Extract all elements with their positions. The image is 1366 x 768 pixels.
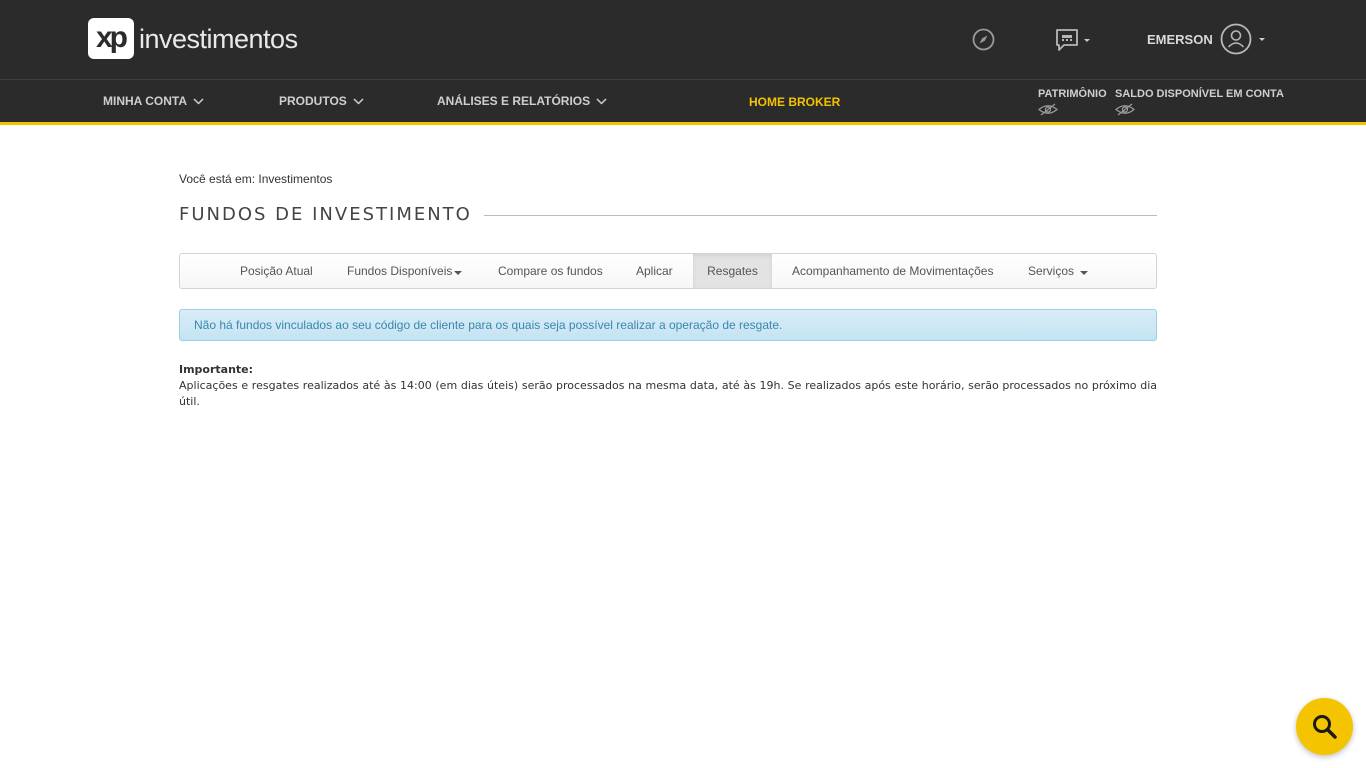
chevron-down-icon <box>1084 38 1090 42</box>
tab-label: Compare os fundos <box>498 264 603 278</box>
main-nav: MINHA CONTA PRODUTOS ANÁLISES E RELATÓRI… <box>0 79 1366 125</box>
info-alert: Não há fundos vinculados ao seu código d… <box>179 309 1157 341</box>
important-note: Importante: Aplicações e resgates realiz… <box>179 362 1157 410</box>
tab-compare-fundos[interactable]: Compare os fundos <box>486 254 615 288</box>
tab-label: Serviços <box>1028 264 1075 278</box>
tab-label: Fundos Disponíveis <box>347 264 453 278</box>
chevron-down-icon <box>193 97 204 105</box>
search-button[interactable] <box>1296 698 1353 755</box>
eye-hidden-icon <box>1038 103 1058 116</box>
chat-icon <box>1056 29 1078 51</box>
tab-fundos-disponiveis[interactable]: Fundos Disponíveis <box>335 254 474 288</box>
caret-down-icon <box>454 270 463 275</box>
saldo-toggle[interactable]: SALDO DISPONÍVEL EM CONTA <box>1115 88 1284 116</box>
tab-acompanhamento[interactable]: Acompanhamento de Movimentações <box>780 254 1005 288</box>
tab-label: Posição Atual <box>240 264 313 278</box>
logo-mark-text: xp <box>96 21 128 54</box>
tab-label: Acompanhamento de Movimentações <box>792 264 994 278</box>
chevron-down-icon <box>1259 37 1265 41</box>
chevron-down-icon <box>596 97 607 105</box>
title-divider <box>483 214 1157 216</box>
caret-down-icon <box>1080 270 1089 275</box>
nav-produtos[interactable]: PRODUTOS <box>279 93 364 109</box>
tab-label: Aplicar <box>636 264 673 278</box>
fund-tabs: Posição Atual Fundos Disponíveis Compare… <box>179 253 1157 289</box>
tab-label: Resgates <box>707 264 758 278</box>
xp-logo[interactable]: xp investimentos <box>88 18 298 59</box>
tab-posicao-atual[interactable]: Posição Atual <box>228 254 325 288</box>
user-avatar-icon <box>1220 23 1252 55</box>
nav-analises-relatorios[interactable]: ANÁLISES E RELATÓRIOS <box>437 93 607 109</box>
nav-minha-conta[interactable]: MINHA CONTA <box>103 93 204 109</box>
patrimonio-toggle[interactable]: PATRIMÔNIO <box>1038 88 1107 116</box>
compass-icon[interactable] <box>972 28 995 51</box>
important-text: Aplicações e resgates realizados até às … <box>179 379 1157 408</box>
logo-mark: xp <box>88 18 134 59</box>
alert-text: Não há fundos vinculados ao seu código d… <box>194 318 783 332</box>
eye-hidden-icon <box>1115 103 1135 116</box>
nav-label: MINHA CONTA <box>103 94 187 108</box>
tab-aplicar[interactable]: Aplicar <box>624 254 685 288</box>
saldo-label: SALDO DISPONÍVEL EM CONTA <box>1115 88 1284 100</box>
nav-label: PRODUTOS <box>279 94 347 108</box>
tab-resgates[interactable]: Resgates <box>693 254 772 288</box>
top-header: xp investimentos EMERSON <box>0 0 1366 79</box>
user-menu[interactable] <box>1220 23 1265 55</box>
nav-label: ANÁLISES E RELATÓRIOS <box>437 94 591 108</box>
nav-home-broker[interactable]: HOME BROKER <box>749 94 840 110</box>
chevron-down-icon <box>353 97 364 105</box>
tab-servicos[interactable]: Serviços <box>1016 254 1100 288</box>
breadcrumb: Você está em: Investimentos <box>179 172 333 186</box>
page-title-row: FUNDOS DE INVESTIMENTO <box>179 205 1157 225</box>
logo-text: investimentos <box>139 23 298 54</box>
page-title: FUNDOS DE INVESTIMENTO <box>179 204 472 225</box>
user-name[interactable]: EMERSON <box>1147 32 1213 48</box>
patrimonio-label: PATRIMÔNIO <box>1038 88 1107 100</box>
search-icon <box>1312 714 1337 739</box>
important-title: Importante: <box>179 363 254 376</box>
chat-menu[interactable] <box>1054 27 1090 53</box>
